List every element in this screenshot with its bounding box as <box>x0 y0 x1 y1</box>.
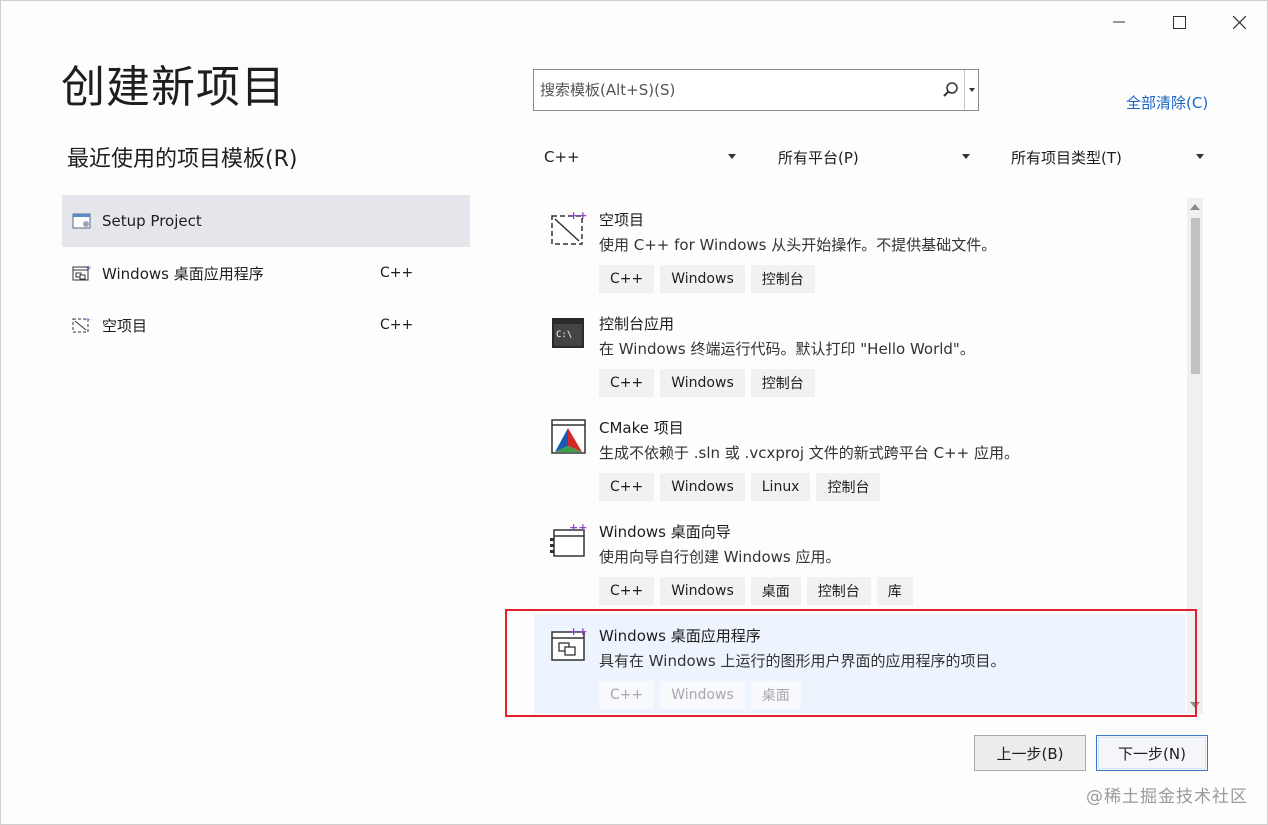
template-item-empty-project[interactable]: ++ 空项目 使用 C++ for Windows 从头开始操作。不提供基础文件… <box>534 198 1186 302</box>
chevron-down-icon <box>1196 154 1204 159</box>
template-tags: C++ Windows Linux 控制台 <box>599 473 881 501</box>
scroll-up-icon[interactable] <box>1190 204 1200 210</box>
template-name: Windows 桌面向导 <box>599 523 731 541</box>
cmake-icon <box>550 416 588 456</box>
clear-all-link[interactable]: 全部清除(C) <box>1126 92 1208 113</box>
template-description: 使用向导自行创建 Windows 应用。 <box>599 548 841 566</box>
recent-item-lang: C++ <box>380 265 414 281</box>
tag: Windows <box>660 681 745 709</box>
tag: Windows <box>660 369 745 397</box>
project-type-filter-value: 所有项目类型(T) <box>1011 148 1122 167</box>
platform-filter[interactable]: 所有平台(P) <box>768 141 978 173</box>
tag: 桌面 <box>750 577 801 605</box>
language-filter[interactable]: C++ <box>534 141 744 173</box>
platform-filter-value: 所有平台(P) <box>778 148 859 167</box>
template-item-console-app[interactable]: C:\ 控制台应用 在 Windows 终端运行代码。默认打印 "Hello W… <box>534 302 1186 406</box>
close-button[interactable] <box>1209 1 1268 43</box>
template-description: 生成不依赖于 .sln 或 .vcxproj 文件的新式跨平台 C++ 应用。 <box>599 444 1019 462</box>
recent-item-lang: C++ <box>380 317 414 333</box>
template-description: 使用 C++ for Windows 从头开始操作。不提供基础文件。 <box>599 236 997 254</box>
tag: C++ <box>599 681 655 709</box>
tag: C++ <box>599 473 655 501</box>
template-item-desktop-wizard[interactable]: ++ Windows 桌面向导 使用向导自行创建 Windows 应用。 C++… <box>534 510 1186 614</box>
chevron-down-icon <box>962 154 970 159</box>
template-description: 具有在 Windows 上运行的图形用户界面的应用程序的项目。 <box>599 652 1006 670</box>
setup-project-icon <box>72 211 92 231</box>
template-tags: C++ Windows 控制台 <box>599 265 815 293</box>
svg-text:C:\: C:\ <box>556 330 572 340</box>
template-name: 空项目 <box>599 211 645 229</box>
recent-item-setup-project[interactable]: Setup Project <box>62 195 470 247</box>
empty-project-icon: ++ <box>550 208 588 248</box>
tag: 控制台 <box>750 369 815 397</box>
windows-desktop-app-icon: ++ <box>550 624 588 664</box>
template-name: CMake 项目 <box>599 419 684 437</box>
watermark: @稀土掘金技术社区 <box>1086 787 1248 807</box>
minimize-icon <box>1113 16 1125 28</box>
project-type-filter[interactable]: 所有项目类型(T) <box>1001 141 1212 173</box>
windows-desktop-app-icon: ++ <box>72 263 92 283</box>
recent-templates-heading: 最近使用的项目模板(R) <box>67 147 298 172</box>
tag: C++ <box>599 577 655 605</box>
close-icon <box>1232 15 1246 29</box>
tag: Windows <box>660 265 745 293</box>
recent-templates-list: Setup Project ++ Windows 桌面应用程序 C++ ++ 空… <box>62 195 470 351</box>
language-filter-value: C++ <box>544 148 580 166</box>
recent-item-empty-project[interactable]: ++ 空项目 C++ <box>62 299 470 351</box>
recent-item-label: Setup Project <box>102 212 202 230</box>
template-list-scrollbar[interactable] <box>1187 198 1203 714</box>
back-button[interactable]: 上一步(B) <box>974 735 1086 771</box>
recent-item-windows-desktop-app[interactable]: ++ Windows 桌面应用程序 C++ <box>62 247 470 299</box>
minimize-button[interactable] <box>1089 1 1149 43</box>
tag: 控制台 <box>806 577 871 605</box>
tag: 控制台 <box>750 265 815 293</box>
scroll-down-icon[interactable] <box>1190 702 1200 708</box>
tag: 桌面 <box>750 681 801 709</box>
recent-item-label: Windows 桌面应用程序 <box>102 264 264 283</box>
search-icon[interactable] <box>938 70 964 110</box>
empty-project-icon: ++ <box>72 315 92 335</box>
create-project-dialog: 创建新项目 最近使用的项目模板(R) Setup Project ++ Wind… <box>0 0 1268 825</box>
template-name: 控制台应用 <box>599 315 675 333</box>
template-search <box>533 69 979 111</box>
recent-item-label: 空项目 <box>102 316 148 335</box>
next-button[interactable]: 下一步(N) <box>1096 735 1208 771</box>
tag: 库 <box>876 577 913 605</box>
template-tags: C++ Windows 桌面 控制台 库 <box>599 577 913 605</box>
tag: 控制台 <box>816 473 881 501</box>
search-input[interactable] <box>534 70 938 110</box>
template-tags: C++ Windows 控制台 <box>599 369 815 397</box>
template-description: 在 Windows 终端运行代码。默认打印 "Hello World"。 <box>599 340 975 358</box>
template-tags: C++ Windows 桌面 <box>599 681 801 709</box>
template-item-cmake-project[interactable]: CMake 项目 生成不依赖于 .sln 或 .vcxproj 文件的新式跨平台… <box>534 406 1186 510</box>
svg-text:++: ++ <box>569 625 587 638</box>
tag: C++ <box>599 369 655 397</box>
tag: Linux <box>750 473 811 501</box>
tag: Windows <box>660 473 745 501</box>
console-app-icon: C:\ <box>550 312 588 352</box>
svg-text:++: ++ <box>86 264 92 272</box>
search-dropdown-button[interactable] <box>964 70 978 110</box>
desktop-wizard-icon: ++ <box>550 520 588 560</box>
svg-text:++: ++ <box>569 209 587 222</box>
scrollbar-thumb[interactable] <box>1191 218 1200 374</box>
maximize-button[interactable] <box>1149 1 1209 43</box>
template-item-windows-desktop-app[interactable]: ++ Windows 桌面应用程序 具有在 Windows 上运行的图形用户界面… <box>534 614 1186 714</box>
template-name: Windows 桌面应用程序 <box>599 627 761 645</box>
svg-text:++: ++ <box>569 521 587 534</box>
page-title: 创建新项目 <box>61 62 286 113</box>
maximize-icon <box>1172 15 1186 29</box>
chevron-down-icon <box>968 88 975 92</box>
svg-text:++: ++ <box>85 316 92 324</box>
chevron-down-icon <box>728 154 736 159</box>
tag: Windows <box>660 577 745 605</box>
template-list: ++ 空项目 使用 C++ for Windows 从头开始操作。不提供基础文件… <box>534 198 1186 714</box>
tag: C++ <box>599 265 655 293</box>
